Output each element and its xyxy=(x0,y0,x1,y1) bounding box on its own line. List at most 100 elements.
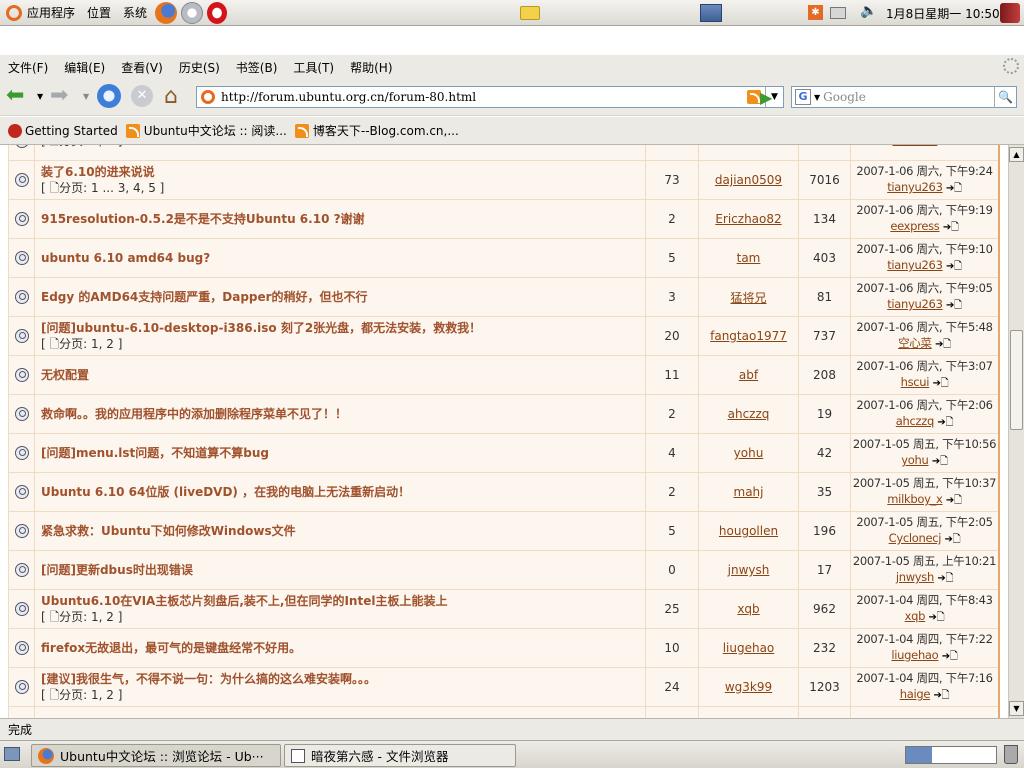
task-file-browser[interactable]: 暗夜第六感 - 文件浏览器 xyxy=(284,744,516,767)
topic-title-link[interactable]: ubuntu 6.10 amd64 bug? xyxy=(41,250,645,266)
last-post-user-link[interactable]: liugehao xyxy=(891,648,938,662)
topic-title-link[interactable]: 无权配置 xyxy=(41,367,645,383)
mail-launcher-icon[interactable] xyxy=(181,1,204,24)
goto-last-post-icon[interactable]: ➔🗋 xyxy=(937,417,953,428)
author-link[interactable]: fangtao1977 xyxy=(710,329,787,343)
last-post-user-link[interactable]: ahczzq xyxy=(896,414,935,428)
menu-history[interactable]: 历史(S) xyxy=(171,59,228,76)
reload-icon[interactable] xyxy=(97,84,121,108)
opera-launcher-icon[interactable] xyxy=(207,1,228,24)
back-dropdown-icon[interactable]: ▼ xyxy=(37,92,43,101)
goto-last-post-icon[interactable]: ➔🗋 xyxy=(937,573,953,584)
forward-icon[interactable]: ➡ xyxy=(50,84,68,108)
author-link[interactable]: liugehao xyxy=(723,641,775,655)
go-icon[interactable]: ▶ xyxy=(760,88,772,107)
rss-feed-icon[interactable] xyxy=(747,90,761,104)
author-link[interactable]: abf xyxy=(739,368,758,382)
topic-title-link[interactable]: [问题]ubuntu-6.10-desktop-i386.iso 刻了2张光盘，… xyxy=(41,320,645,336)
author-link[interactable]: mahj xyxy=(734,485,764,499)
url-bar[interactable]: http://forum.ubuntu.org.cn/forum-80.html… xyxy=(196,86,784,108)
search-icon[interactable]: 🔍 xyxy=(994,87,1016,107)
system-menu[interactable]: 系统 xyxy=(117,0,153,26)
author-link[interactable]: Ericzhao82 xyxy=(715,212,781,226)
url-input[interactable]: http://forum.ubuntu.org.cn/forum-80.html xyxy=(221,90,747,104)
last-post-user-link[interactable]: hscui xyxy=(901,375,930,389)
update-notifier-icon[interactable]: ✱ xyxy=(808,5,823,20)
author-link[interactable]: 猛将兄 xyxy=(730,291,766,305)
menu-edit[interactable]: 编辑(E) xyxy=(56,59,113,76)
menu-tools[interactable]: 工具(T) xyxy=(285,59,342,76)
topic-title-link[interactable]: Edgy 的AMD64支持问题严重，Dapper的稍好，但也不行 xyxy=(41,289,645,305)
scroll-thumb[interactable] xyxy=(1010,330,1023,430)
forward-dropdown-icon[interactable]: ▼ xyxy=(83,92,89,101)
topic-pages[interactable]: [ 🗋分页: 1 ... 3, 4, 5 ] xyxy=(41,180,645,196)
menu-file[interactable]: 文件(F) xyxy=(0,59,56,76)
topic-title-link[interactable]: Ubuntu 6.10 64位版 (liveDVD) ，在我的电脑上无法重新启动… xyxy=(41,484,645,500)
active-workspace[interactable] xyxy=(906,747,932,763)
last-post-user-link[interactable]: milkboy_x xyxy=(887,492,943,506)
logout-icon[interactable] xyxy=(1000,3,1020,23)
search-input[interactable]: Google xyxy=(823,90,994,104)
network-monitor-icon[interactable] xyxy=(700,4,722,22)
menu-view[interactable]: 查看(V) xyxy=(113,59,171,76)
volume-icon[interactable]: 🔈 xyxy=(860,3,877,19)
goto-last-post-icon[interactable]: ➔🗋 xyxy=(946,261,962,272)
goto-last-post-icon[interactable]: ➔🗋 xyxy=(929,612,945,623)
topic-title-link[interactable]: 915resolution-0.5.2是不是不支持Ubuntu 6.10 ?谢谢 xyxy=(41,211,645,227)
author-link[interactable]: tam xyxy=(737,251,761,265)
printer-icon[interactable] xyxy=(830,7,846,19)
menu-help[interactable]: 帮助(H) xyxy=(342,59,400,76)
show-desktop-icon[interactable] xyxy=(4,747,20,761)
topic-pages[interactable]: [ 🗋分页: 1, 2 ] xyxy=(41,609,645,625)
scroll-up-icon[interactable]: ▲ xyxy=(1009,147,1024,162)
topic-title-link[interactable]: 救命啊。。我的应用程序中的添加删除程序菜单不见了！！ xyxy=(41,406,645,422)
last-post-user-link[interactable]: haige xyxy=(900,687,931,701)
last-post-user-link[interactable]: tianyu263 xyxy=(887,180,943,194)
goto-last-post-icon[interactable]: ➔🗋 xyxy=(943,222,959,233)
last-post-user-link[interactable]: 依循吻风 xyxy=(893,145,938,147)
trash-icon[interactable] xyxy=(1004,745,1018,764)
author-link[interactable]: dajian0509 xyxy=(715,173,782,187)
bookmark-getting-started[interactable]: Getting Started xyxy=(8,123,118,138)
goto-last-post-icon[interactable]: ➔🗋 xyxy=(932,456,948,467)
menu-bookmarks[interactable]: 书签(B) xyxy=(228,59,286,76)
last-post-user-link[interactable]: eexpress xyxy=(890,219,939,233)
topic-title-link[interactable]: Ubuntu6.10在VIA主板芯片刻盘后,装不上,但在同学的Intel主板上能… xyxy=(41,593,645,609)
author-link[interactable]: wg3k99 xyxy=(725,680,772,694)
topic-title-link[interactable]: 紧急求救：Ubuntu下如何修改Windows文件 xyxy=(41,523,645,539)
goto-last-post-icon[interactable]: ➔🗋 xyxy=(946,300,962,311)
applications-menu[interactable]: 应用程序 xyxy=(0,0,81,26)
author-link[interactable]: hougollen xyxy=(719,524,778,538)
back-icon[interactable]: ⬅ xyxy=(6,84,24,108)
topic-pages[interactable]: [ 🗋分页: 1, 2 ] xyxy=(41,145,645,149)
last-post-user-link[interactable]: yohu xyxy=(901,453,929,467)
goto-last-post-icon[interactable]: ➔🗋 xyxy=(945,534,961,545)
goto-last-post-icon[interactable]: ➔🗋 xyxy=(933,690,949,701)
scroll-down-icon[interactable]: ▼ xyxy=(1009,701,1024,716)
goto-last-post-icon[interactable]: ➔🗋 xyxy=(942,651,958,662)
goto-last-post-icon[interactable]: ➔🗋 xyxy=(935,339,951,350)
topic-pages[interactable]: [ 🗋分页: 1, 2 ] xyxy=(41,336,645,352)
goto-last-post-icon[interactable]: ➔🗋 xyxy=(946,495,962,506)
stop-icon[interactable]: ✕ xyxy=(131,85,153,107)
bookmark-ubuntu-forum[interactable]: Ubuntu中文论坛 :: 阅读... xyxy=(125,122,287,139)
goto-last-post-icon[interactable]: ➔🗋 xyxy=(933,378,949,389)
topic-title-link[interactable]: [问题]更新dbus时出现错误 xyxy=(41,562,645,578)
topic-title-link[interactable]: 装了6.10的进来说说 xyxy=(41,164,645,180)
topic-title-link[interactable]: firefox无故退出，最可气的是键盘经常不好用。 xyxy=(41,640,645,656)
vertical-scrollbar[interactable]: ▲ ▼ xyxy=(1008,145,1024,718)
task-firefox[interactable]: Ubuntu中文论坛 :: 浏览论坛 - Ub··· xyxy=(31,744,281,767)
goto-last-post-icon[interactable]: ➔🗋 xyxy=(946,183,962,194)
goto-last-post-icon[interactable]: ➔🗋 xyxy=(941,145,957,147)
bookmark-blog[interactable]: 博客天下--Blog.com.cn,... xyxy=(294,122,459,139)
topic-pages[interactable]: [ 🗋分页: 1, 2 ] xyxy=(41,687,645,703)
last-post-user-link[interactable]: tianyu263 xyxy=(887,297,943,311)
clock[interactable]: 1月8日星期一 10:50 xyxy=(886,5,1000,22)
engine-dropdown-icon[interactable]: ▼ xyxy=(814,93,820,102)
google-engine-icon[interactable]: G xyxy=(795,89,811,105)
author-link[interactable]: jnwysh xyxy=(728,563,770,577)
places-menu[interactable]: 位置 xyxy=(81,0,117,26)
folder-notify-icon[interactable] xyxy=(520,6,540,20)
last-post-user-link[interactable]: jnwysh xyxy=(896,570,934,584)
author-link[interactable]: ahczzq xyxy=(728,407,770,421)
